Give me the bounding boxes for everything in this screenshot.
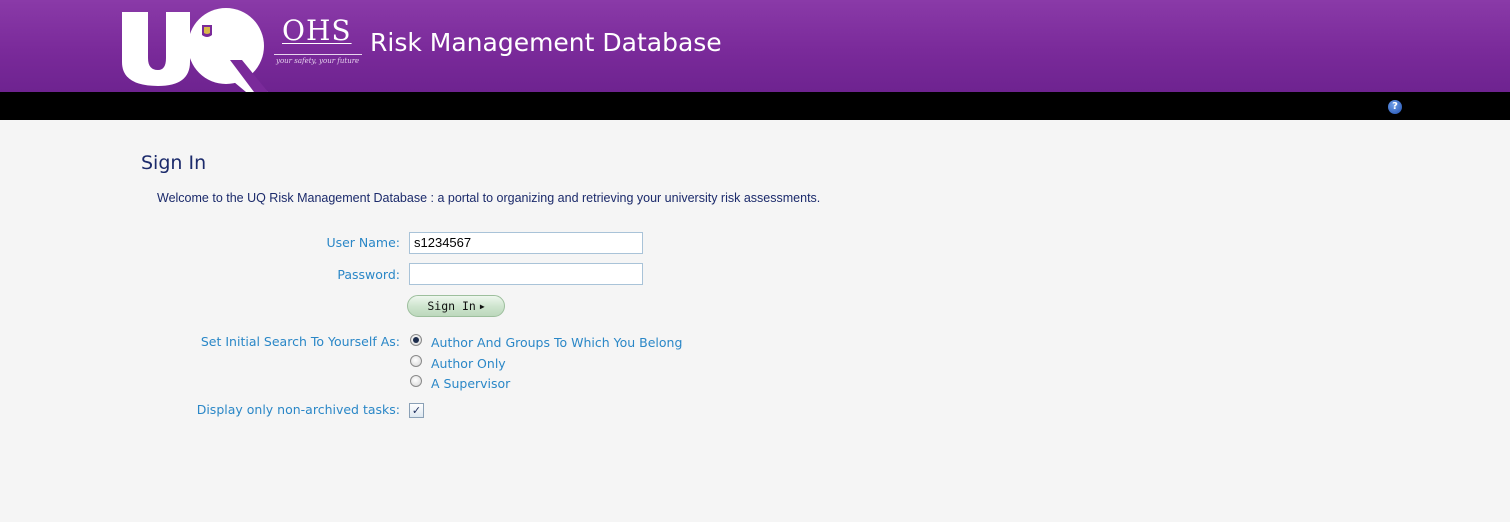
radio-author-only[interactable] [410,355,422,367]
ohs-logo-text: OHS [282,14,352,47]
page-title: Sign In [141,152,207,174]
ohs-tagline: your safety, your future [276,57,360,65]
radio-supervisor-label: A Supervisor [431,376,511,391]
radio-author-and-groups[interactable] [410,334,422,346]
initial-search-label: Set Initial Search To Yourself As: [200,334,400,349]
archived-tasks-checkbox[interactable]: ✓ [409,403,424,418]
password-field[interactable] [409,263,643,285]
sign-in-button-label: Sign In [427,299,476,313]
play-arrow-icon: ▶ [479,302,485,311]
username-label: User Name: [326,235,400,250]
archived-tasks-label: Display only non-archived tasks: [196,402,400,417]
password-label: Password: [337,267,400,282]
header-banner: OHS your safety, your future Risk Manage… [0,0,1510,92]
sign-in-button[interactable]: Sign In ▶ [407,295,505,317]
app-title: Risk Management Database [370,28,722,57]
toolbar [0,92,1510,120]
help-icon[interactable]: ? [1388,100,1402,114]
ohs-logo: OHS your safety, your future [272,14,364,78]
uq-logo [122,8,268,92]
radio-supervisor[interactable] [410,375,422,387]
username-field[interactable]: s1234567 [409,232,643,254]
radio-author-and-groups-label: Author And Groups To Which You Belong [431,335,683,350]
radio-author-only-label: Author Only [431,356,506,371]
ohs-logo-rule [274,54,362,55]
welcome-message: Welcome to the UQ Risk Management Databa… [157,191,821,205]
